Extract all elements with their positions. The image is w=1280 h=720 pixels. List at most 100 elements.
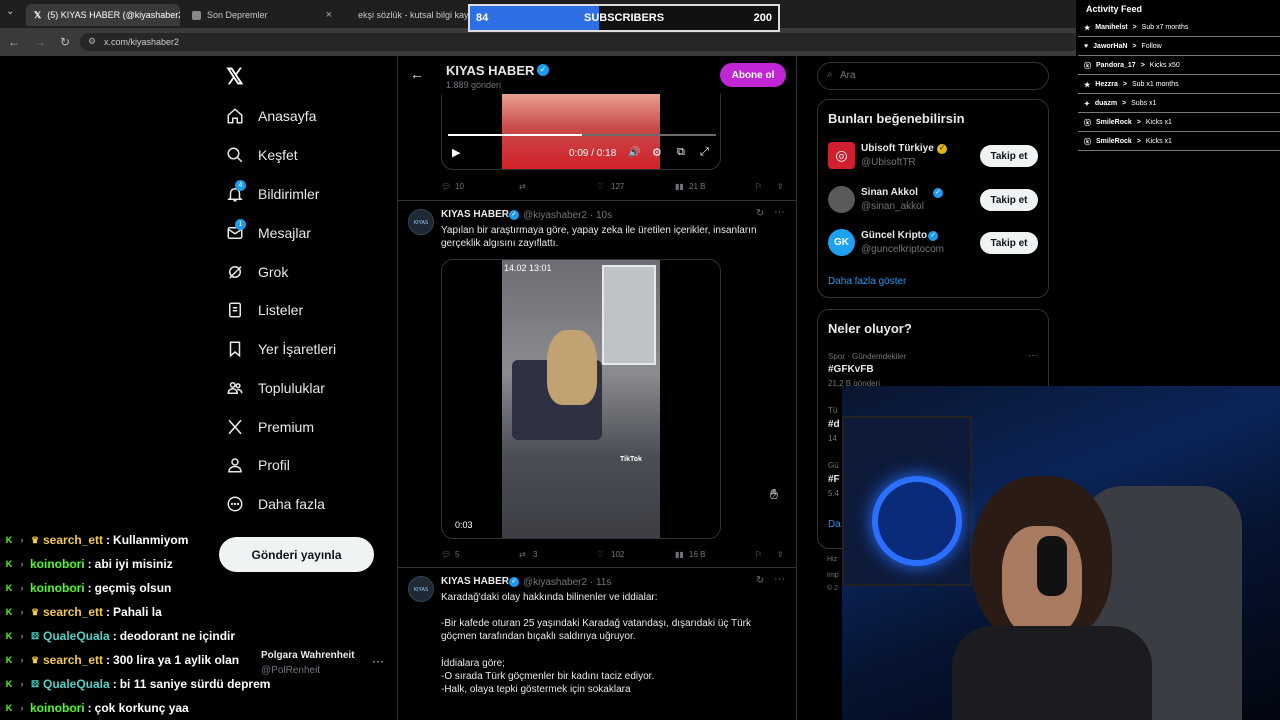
reply-count: 5 [455, 549, 460, 559]
x-logo-icon[interactable]: 𝕏 [226, 64, 244, 90]
tweet-text-line: -O sırada Türk göçmenler bir kadını taci… [441, 671, 655, 682]
pip-icon[interactable]: ⧉ [677, 146, 685, 159]
retweet-icon[interactable]: ⇄ [519, 550, 526, 559]
nav-item-mesajlar[interactable]: 1 Mesajlar [226, 219, 311, 246]
share-icon[interactable]: ⇪ [777, 182, 784, 191]
avatar[interactable]: KIYAS [408, 576, 434, 602]
nav-item-keşfet[interactable]: Keşfet [226, 142, 298, 168]
activity-event: Kicks x1 [1145, 119, 1172, 126]
gift-icon: ✦ [1084, 100, 1090, 108]
trend-partial[interactable]: Da [828, 519, 841, 530]
follow-suggestion[interactable]: GK Güncel Kripto ✓ @guncelkriptocom Taki… [828, 229, 1043, 261]
video-player[interactable]: 14.02 13:01 TikTok 0:03 [441, 259, 721, 539]
activity-item: ♥ JaworHaN > Follow [1078, 38, 1280, 56]
like-icon[interactable]: ♡ [597, 182, 604, 191]
avatar[interactable]: KIYAS [408, 209, 434, 235]
chat-username[interactable]: search_ett [43, 605, 103, 619]
trend-item[interactable]: Spor · Gündemdekiler ··· #GFKvFB 21,2 B … [828, 350, 1043, 390]
activity-event: Sub x1 months [1131, 81, 1179, 88]
chat-username[interactable]: koinobori [30, 701, 85, 715]
post-button[interactable]: Gönderi yayınla [219, 537, 374, 572]
sub-icon: › [20, 559, 24, 569]
nav-item-topluluklar[interactable]: Topluluklar [226, 375, 325, 401]
follow-button[interactable]: Takip et [980, 232, 1038, 254]
tweet-author[interactable]: KIYAS HABER [441, 209, 509, 220]
search-input[interactable]: ⌕ Ara [817, 62, 1049, 90]
verified-icon: ✓ [537, 64, 549, 76]
more-dots-icon[interactable]: ··· [1028, 350, 1038, 361]
chat-username[interactable]: search_ett [43, 653, 103, 667]
chat-username[interactable]: QualeQuala [43, 629, 110, 643]
more-dots-icon[interactable]: ··· [372, 654, 384, 668]
footer-link[interactable]: Imp [827, 572, 839, 579]
views-icon[interactable]: ▮▮ [675, 182, 684, 191]
nav-item-daha-fazla[interactable]: Daha fazla [226, 491, 325, 517]
site-info-icon[interactable]: ⚙ [88, 36, 96, 47]
nav-item-anasayfa[interactable]: Anasayfa [226, 103, 316, 129]
chat-username[interactable]: QualeQuala [43, 677, 110, 691]
nav-item-listeler[interactable]: Listeler [226, 297, 303, 323]
activity-user: Manihelst [1095, 24, 1128, 31]
more-dots-icon[interactable]: ··· [774, 206, 785, 218]
activity-item: ✦ duazm > Subs x1 [1078, 95, 1280, 113]
chat-text: Pahali la [113, 605, 162, 619]
reload-icon[interactable]: ↻ [60, 35, 70, 49]
reply-icon[interactable]: 💬︎ [441, 550, 451, 559]
bookmark-icon[interactable]: ⚐ [755, 182, 762, 191]
tweet-author[interactable]: KIYAS HABER [441, 576, 509, 587]
gift-icon: ⚄ [31, 630, 39, 641]
nav-item-profil[interactable]: Profil [226, 452, 290, 478]
views-icon[interactable]: ▮▮ [675, 550, 684, 559]
show-more-link[interactable]: Daha fazla göster [828, 276, 906, 287]
reply-icon[interactable]: 💬︎ [441, 182, 451, 191]
tweet[interactable]: KIYAS KIYAS HABER ✓ @kiyashaber2 · 10s ↻… [398, 201, 796, 567]
arrow-icon: > [1132, 43, 1137, 50]
forward-icon[interactable]: → [34, 35, 46, 49]
share-icon[interactable]: ⇪ [777, 550, 784, 559]
more-dots-icon[interactable]: ··· [774, 573, 785, 585]
nav-item-bildirimler[interactable]: 4 Bildirimler [226, 180, 319, 207]
play-icon[interactable]: ▶ [452, 146, 460, 159]
browser-tab-active[interactable]: 𝕏 (5) KIYAS HABER (@kiyashaber2) × [26, 4, 180, 26]
browser-tab[interactable]: Son Depremler × [184, 4, 340, 26]
follow-button[interactable]: Takip et [980, 145, 1038, 167]
tab-list-chevron-icon[interactable]: ⌄ [6, 6, 14, 17]
close-tab-icon[interactable]: × [326, 9, 332, 21]
back-icon[interactable]: ← [8, 35, 20, 49]
kick-icon: K [5, 607, 13, 617]
chat-username[interactable]: koinobori [30, 557, 85, 571]
video-player[interactable]: ▶ 0:09 / 0:18 🔊 ⚙ ⧉ ⤢ [441, 94, 721, 170]
timeline-feed[interactable]: ← KIYAS HABER ✓ 1.889 gönderi Abone ol ▶… [397, 56, 797, 720]
activity-user: SmileRock [1096, 119, 1132, 126]
kick-icon: K [5, 535, 13, 545]
chat-message: K › ♛ search_ett:300 lira ya 1 aylik olan [4, 649, 239, 671]
subscribe-button[interactable]: Abone ol [720, 63, 786, 87]
mail-icon: 1 [226, 219, 246, 242]
retweet-icon[interactable]: ⇄ [519, 182, 526, 191]
browser-tab[interactable]: ekşi sözlük - kutsal bilgi kayn [344, 4, 468, 26]
fullscreen-icon[interactable]: ⤢ [700, 146, 709, 159]
follow-button[interactable]: Takip et [980, 189, 1038, 211]
nav-item-premium[interactable]: Premium [226, 414, 314, 440]
bookmark-icon[interactable]: ⚐ [755, 550, 762, 559]
chat-username[interactable]: search_ett [43, 533, 103, 547]
grok-icon[interactable]: ↻ [756, 208, 764, 219]
address-bar[interactable]: ⚙ x.com/kiyashaber2 [80, 33, 1080, 51]
tweet[interactable]: KIYAS KIYAS HABER ✓ @kiyashaber2 · 11s ↻… [398, 568, 796, 720]
nav-item-grok[interactable]: Grok [226, 259, 288, 285]
chat-message: K › koinobori: abi iyi misiniz [4, 553, 173, 575]
chat-username[interactable]: koinobori [30, 581, 85, 595]
settings-icon[interactable]: ⚙ [652, 146, 662, 159]
grok-icon[interactable]: ↻ [756, 575, 764, 586]
account-name: Güncel Kripto [861, 230, 928, 241]
kick-icon: ⓚ [1084, 62, 1091, 70]
back-arrow-icon[interactable]: ← [410, 66, 424, 82]
footer-link[interactable]: Hiz [827, 556, 837, 563]
volume-icon[interactable]: 🔊 [628, 147, 640, 158]
follow-suggestion[interactable]: Sinan Akkol ✓ @sinan_akkol Takip et [828, 186, 1043, 218]
video-progress-track[interactable] [448, 134, 716, 136]
like-icon[interactable]: ♡ [597, 550, 604, 559]
nav-item-yer-i-şaretleri[interactable]: Yer İşaretleri [226, 336, 336, 362]
follow-suggestion[interactable]: ◎ Ubisoft Türkiye ✓ @UbisoftTR Takip et [828, 142, 1043, 174]
kick-icon: K [5, 703, 13, 713]
